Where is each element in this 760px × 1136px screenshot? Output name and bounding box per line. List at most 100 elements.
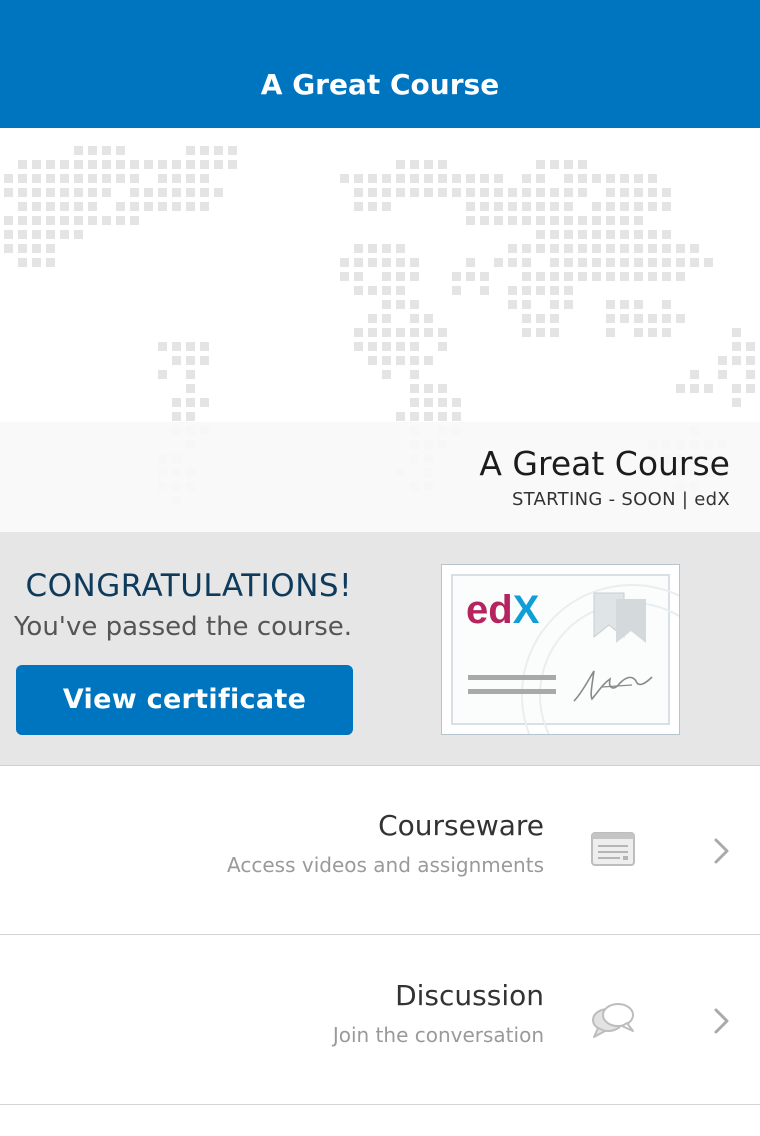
map-dot xyxy=(648,202,657,211)
map-dot xyxy=(4,244,13,253)
map-dot xyxy=(396,286,405,295)
map-dot xyxy=(46,160,55,169)
map-dot xyxy=(186,146,195,155)
map-dot xyxy=(410,384,419,393)
map-dot xyxy=(396,188,405,197)
map-dot xyxy=(172,160,181,169)
map-dot xyxy=(550,300,559,309)
map-dot xyxy=(452,272,461,281)
map-dot xyxy=(4,188,13,197)
map-dot xyxy=(564,286,573,295)
map-dot xyxy=(550,328,559,337)
map-dot xyxy=(494,188,503,197)
map-dot xyxy=(172,342,181,351)
map-dot xyxy=(480,216,489,225)
map-dot xyxy=(606,174,615,183)
map-dot xyxy=(410,258,419,267)
map-dot xyxy=(606,328,615,337)
map-dot xyxy=(396,272,405,281)
map-dot xyxy=(466,258,475,267)
map-dot xyxy=(32,174,41,183)
map-dot xyxy=(452,412,461,421)
map-dot xyxy=(368,328,377,337)
map-dot xyxy=(620,174,629,183)
course-hero: A Great Course STARTING - SOON | edX xyxy=(0,128,760,532)
map-dot xyxy=(536,286,545,295)
map-dot xyxy=(480,202,489,211)
view-certificate-button[interactable]: View certificate xyxy=(16,665,353,735)
map-dot xyxy=(172,188,181,197)
map-dot xyxy=(102,188,111,197)
map-dot xyxy=(74,146,83,155)
map-dot xyxy=(424,174,433,183)
map-dot xyxy=(354,342,363,351)
map-dot xyxy=(4,216,13,225)
map-dot xyxy=(200,146,209,155)
map-dot xyxy=(606,244,615,253)
map-dot xyxy=(172,356,181,365)
map-dot xyxy=(508,244,517,253)
map-dot xyxy=(466,272,475,281)
map-dot xyxy=(732,398,741,407)
map-dot xyxy=(424,398,433,407)
map-dot xyxy=(74,216,83,225)
map-dot xyxy=(732,328,741,337)
map-dot xyxy=(410,342,419,351)
map-dot xyxy=(368,244,377,253)
map-dot xyxy=(438,160,447,169)
discussion-row[interactable]: Discussion Join the conversation xyxy=(0,936,760,1105)
map-dot xyxy=(200,174,209,183)
certificate-thumbnail[interactable]: edX xyxy=(441,564,680,735)
map-dot xyxy=(536,230,545,239)
map-dot xyxy=(550,314,559,323)
map-dot xyxy=(382,188,391,197)
map-dot xyxy=(634,328,643,337)
map-dot xyxy=(116,216,125,225)
map-dot xyxy=(550,258,559,267)
map-dot xyxy=(634,244,643,253)
map-dot xyxy=(606,216,615,225)
map-dot xyxy=(186,412,195,421)
map-dot xyxy=(746,342,755,351)
map-dot xyxy=(592,202,601,211)
map-dot xyxy=(564,160,573,169)
map-dot xyxy=(522,258,531,267)
map-dot xyxy=(438,342,447,351)
map-dot xyxy=(746,384,755,393)
map-dot xyxy=(144,160,153,169)
map-dot xyxy=(382,174,391,183)
map-dot xyxy=(466,174,475,183)
map-dot xyxy=(88,202,97,211)
map-dot xyxy=(354,244,363,253)
map-dot xyxy=(508,258,517,267)
courseware-row[interactable]: Courseware Access videos and assignments xyxy=(0,766,760,935)
map-dot xyxy=(578,174,587,183)
map-dot xyxy=(620,230,629,239)
map-dot xyxy=(410,328,419,337)
map-dot xyxy=(60,160,69,169)
passed-message: You've passed the course. xyxy=(13,612,352,642)
map-dot xyxy=(536,314,545,323)
map-dot xyxy=(522,202,531,211)
map-dot xyxy=(480,272,489,281)
map-dot xyxy=(522,272,531,281)
map-dot xyxy=(606,230,615,239)
map-dot xyxy=(662,314,671,323)
map-dot xyxy=(690,370,699,379)
map-dot xyxy=(354,174,363,183)
map-dot xyxy=(410,370,419,379)
map-dot xyxy=(550,230,559,239)
map-dot xyxy=(354,258,363,267)
map-dot xyxy=(18,188,27,197)
map-dot xyxy=(536,174,545,183)
map-dot xyxy=(74,174,83,183)
map-dot xyxy=(606,188,615,197)
map-dot xyxy=(424,412,433,421)
map-dot xyxy=(186,342,195,351)
map-dot xyxy=(396,174,405,183)
map-dot xyxy=(4,230,13,239)
map-dot xyxy=(172,202,181,211)
map-dot xyxy=(550,160,559,169)
map-dot xyxy=(550,244,559,253)
map-dot xyxy=(200,398,209,407)
